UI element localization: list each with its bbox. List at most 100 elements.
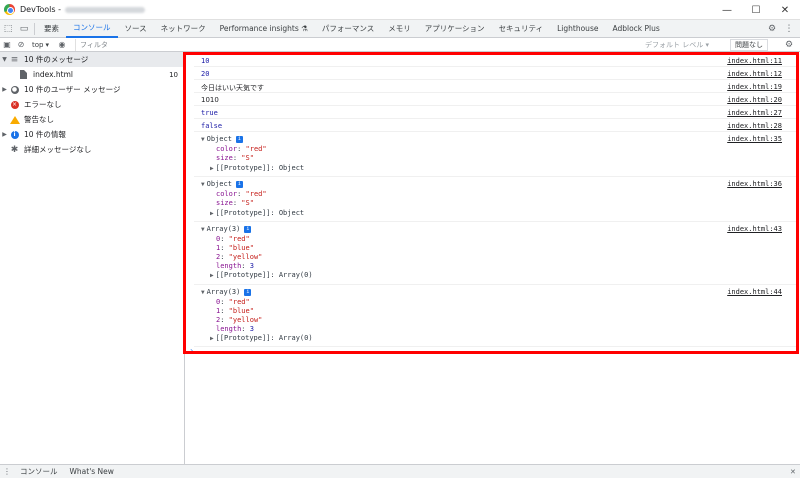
console-object-row: ▼ Object i index.html:35 color: "red" size… bbox=[194, 132, 796, 177]
tab-memory[interactable]: メモリ bbox=[381, 20, 418, 38]
sidebar-item-index-html[interactable]: index.html 10 bbox=[0, 67, 184, 82]
drawer-tab-whats-new[interactable]: What's New bbox=[64, 465, 120, 478]
expanded-arrow-icon: ▼ bbox=[2, 56, 7, 63]
source-link[interactable]: index.html:20 bbox=[727, 96, 782, 104]
bottom-drawer: ⋮ コンソール What's New ✕ bbox=[0, 464, 800, 478]
minimize-button[interactable]: — bbox=[712, 0, 742, 20]
maximize-button[interactable]: ☐ bbox=[741, 0, 771, 20]
object-property: size: "S" bbox=[216, 199, 254, 207]
sidebar-item-messages[interactable]: ▼ ≡ 10 件のメッセージ bbox=[0, 52, 184, 67]
info-badge-icon[interactable]: i bbox=[244, 289, 252, 296]
chevron-down-icon: ▾ bbox=[45, 40, 49, 49]
info-icon: i bbox=[9, 129, 20, 140]
prototype-entry[interactable]: ▶ [[Prototype]]: Object bbox=[210, 209, 304, 217]
console-message-text: 1010 bbox=[201, 96, 219, 104]
console-message-text: 10 bbox=[201, 57, 210, 65]
inspect-element-icon[interactable]: ⬚ bbox=[0, 20, 16, 38]
collapsed-triangle-icon: ▶ bbox=[210, 210, 214, 217]
array-header[interactable]: ▼ Array(3) i bbox=[201, 288, 252, 296]
collapsed-arrow-icon: ▶ bbox=[2, 131, 7, 138]
console-message-text: false bbox=[201, 122, 223, 130]
tab-console[interactable]: コンソール bbox=[66, 20, 118, 38]
source-link[interactable]: index.html:12 bbox=[727, 70, 782, 78]
prototype-entry[interactable]: ▶ [[Prototype]]: Array(0) bbox=[210, 334, 313, 342]
context-selector-label: top bbox=[32, 40, 44, 49]
source-link[interactable]: index.html:36 bbox=[727, 180, 782, 188]
chrome-icon bbox=[4, 4, 15, 15]
close-button[interactable]: ✕ bbox=[770, 0, 800, 20]
device-toolbar-icon[interactable]: ▭ bbox=[16, 20, 32, 38]
tab-adblock-plus[interactable]: Adblock Plus bbox=[605, 20, 666, 38]
log-levels-dropdown[interactable]: デフォルト レベル ▾ bbox=[645, 38, 709, 52]
prototype-entry[interactable]: ▶ [[Prototype]]: Object bbox=[210, 164, 304, 172]
console-message-row: false index.html:28 bbox=[194, 119, 796, 132]
source-link[interactable]: index.html:35 bbox=[727, 135, 782, 143]
tab-performance-insights[interactable]: Performance insights ⚗ bbox=[213, 20, 315, 38]
array-entry: 0: "red" bbox=[216, 298, 250, 306]
source-link[interactable]: index.html:11 bbox=[727, 57, 782, 65]
drawer-close-icon[interactable]: ✕ bbox=[790, 468, 796, 476]
info-badge-icon[interactable]: i bbox=[235, 181, 243, 188]
error-icon: × bbox=[10, 100, 19, 109]
sidebar-item-errors[interactable]: × エラーなし bbox=[0, 97, 184, 112]
window-title: DevTools - bbox=[20, 5, 61, 14]
array-header[interactable]: ▼ Array(3) i bbox=[201, 225, 252, 233]
array-length: length: 3 bbox=[216, 325, 254, 333]
object-header[interactable]: ▼ Object i bbox=[201, 135, 243, 143]
tab-application[interactable]: アプリケーション bbox=[418, 20, 492, 38]
issues-button[interactable]: 問題なし bbox=[730, 39, 768, 51]
source-link[interactable]: index.html:43 bbox=[727, 225, 782, 233]
tab-network[interactable]: ネットワーク bbox=[154, 20, 213, 38]
message-count: 10 bbox=[169, 70, 178, 79]
array-length: length: 3 bbox=[216, 262, 254, 270]
settings-gear-icon[interactable]: ⚙ bbox=[764, 20, 780, 38]
sidebar-toggle-icon[interactable]: ▣ bbox=[0, 38, 14, 52]
sidebar-item-verbose[interactable]: ✱ 詳細メッセージなし bbox=[0, 142, 184, 157]
filter-input[interactable]: フィルタ bbox=[75, 38, 615, 51]
console-sidebar: ▼ ≡ 10 件のメッセージ index.html 10 ▶ ● 10 件のユー… bbox=[0, 52, 185, 464]
sidebar-item-label: 10 件のユーザー メッセージ bbox=[24, 85, 121, 94]
sidebar-item-info[interactable]: ▶ i 10 件の情報 bbox=[0, 127, 184, 142]
object-property: color: "red" bbox=[216, 190, 267, 198]
expand-triangle-icon: ▼ bbox=[201, 181, 205, 188]
prototype-entry[interactable]: ▶ [[Prototype]]: Array(0) bbox=[210, 271, 313, 279]
collapsed-arrow-icon: ▶ bbox=[2, 86, 7, 93]
source-link[interactable]: index.html:19 bbox=[727, 83, 782, 91]
tab-lighthouse[interactable]: Lighthouse bbox=[550, 20, 605, 38]
console-prompt-input[interactable]: › bbox=[190, 346, 193, 355]
sidebar-item-warnings[interactable]: 警告なし bbox=[0, 112, 184, 127]
object-header[interactable]: ▼ Object i bbox=[201, 180, 243, 188]
sidebar-item-label: 警告なし bbox=[24, 115, 54, 124]
console-message-text: 今日はいい天気です bbox=[201, 84, 264, 92]
file-icon bbox=[18, 69, 29, 80]
console-message-text: 20 bbox=[201, 70, 210, 78]
source-link[interactable]: index.html:27 bbox=[727, 109, 782, 117]
live-expression-eye-icon[interactable]: ◉ bbox=[55, 38, 69, 52]
window-title-redacted bbox=[64, 6, 145, 13]
info-badge-icon[interactable]: i bbox=[235, 136, 243, 143]
collapsed-triangle-icon: ▶ bbox=[210, 165, 214, 172]
tab-security[interactable]: セキュリティ bbox=[492, 20, 551, 38]
console-message-row: 10 index.html:11 bbox=[194, 54, 796, 67]
array-entry: 2: "yellow" bbox=[216, 316, 263, 324]
tab-sources[interactable]: ソース bbox=[118, 20, 154, 38]
context-selector[interactable]: top ▾ bbox=[32, 41, 49, 49]
source-link[interactable]: index.html:28 bbox=[727, 122, 782, 130]
tab-performance[interactable]: パフォーマンス bbox=[315, 20, 381, 38]
clear-console-icon[interactable]: ⊘ bbox=[14, 38, 28, 52]
title-bar: DevTools - — ☐ ✕ bbox=[0, 0, 800, 20]
warning-icon bbox=[9, 114, 20, 125]
sidebar-item-label: 10 件のメッセージ bbox=[24, 55, 89, 64]
drawer-menu-icon[interactable]: ⋮ bbox=[0, 467, 14, 476]
console-message-row: 20 index.html:12 bbox=[194, 67, 796, 80]
console-message-text: true bbox=[201, 109, 218, 117]
info-badge-icon[interactable]: i bbox=[244, 226, 252, 233]
console-settings-icon[interactable]: ⚙ bbox=[782, 38, 796, 52]
source-link[interactable]: index.html:44 bbox=[727, 288, 782, 296]
drawer-tab-console[interactable]: コンソール bbox=[14, 465, 64, 478]
console-message-row: 1010 index.html:20 bbox=[194, 93, 796, 106]
tab-elements[interactable]: 要素 bbox=[37, 20, 66, 38]
sidebar-item-user-messages[interactable]: ▶ ● 10 件のユーザー メッセージ bbox=[0, 82, 184, 97]
console-array-row: ▼ Array(3) i index.html:43 0: "red" 1: "bl… bbox=[194, 222, 796, 285]
more-options-icon[interactable]: ⋮ bbox=[781, 20, 797, 38]
